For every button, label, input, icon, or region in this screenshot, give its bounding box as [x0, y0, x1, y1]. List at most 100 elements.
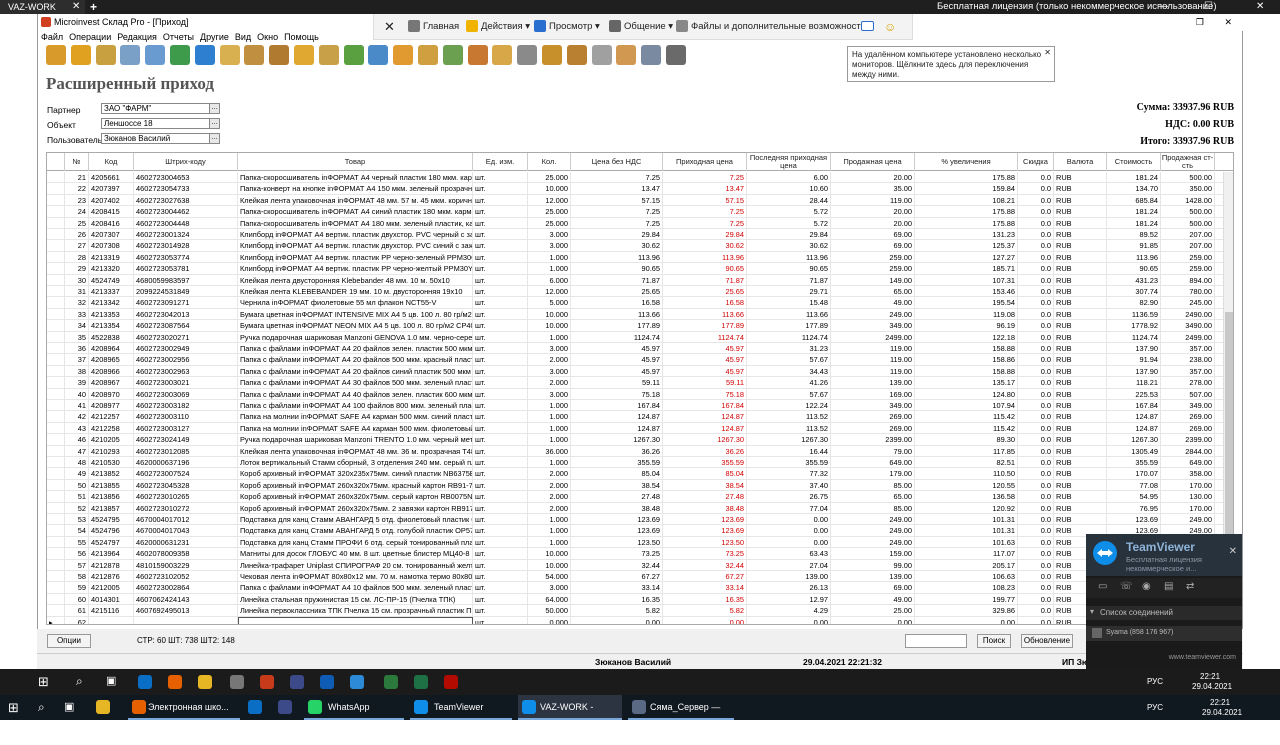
cell-sale-price[interactable]: 249.00 — [831, 308, 915, 321]
cell-qty[interactable]: 2.000 — [528, 354, 571, 366]
row-gutter[interactable] — [47, 479, 65, 492]
excel-icon[interactable] — [414, 675, 428, 689]
cell-increase-percent[interactable]: 120.92 — [915, 502, 1018, 514]
cell-discount[interactable]: 0.0 — [1018, 297, 1054, 309]
cell-code[interactable]: 4524796 — [89, 525, 134, 537]
cell-no[interactable]: 41 — [65, 400, 89, 412]
cell-barcode[interactable]: 4620000637196 — [134, 457, 238, 469]
cell-qty[interactable]: 3.000 — [528, 365, 571, 378]
cell-discount[interactable]: 0.0 — [1018, 616, 1054, 624]
table-row[interactable]: 39 4208967 4602723003021 Папка с файлами in… — [47, 377, 1233, 389]
cell-barcode[interactable]: 4602723012085 — [134, 445, 238, 457]
cell-price-novat[interactable]: 5.82 — [571, 605, 663, 617]
cell-product[interactable]: Короб архивный inФОРМАТ 260х320х75мм. 2 … — [238, 502, 473, 514]
cell-increase-percent[interactable]: 158.88 — [915, 365, 1018, 378]
object-browse-button[interactable]: … — [209, 118, 220, 129]
cell-last-purchase-price[interactable]: 0.00 — [747, 616, 831, 624]
cell-purchase-price[interactable]: 59.11 — [663, 377, 747, 389]
cell-no[interactable]: 53 — [65, 514, 89, 526]
cell-qty[interactable]: 3.000 — [528, 582, 571, 594]
cell-discount[interactable]: 0.0 — [1018, 502, 1054, 514]
cell-no[interactable]: 40 — [65, 388, 89, 400]
cell-qty[interactable]: 2.000 — [528, 502, 571, 514]
cell-increase-percent[interactable]: 107.31 — [915, 274, 1018, 286]
cell-discount[interactable]: 0.0 — [1018, 377, 1054, 389]
cell-increase-percent[interactable]: 106.63 — [915, 571, 1018, 583]
cell-last-purchase-price[interactable]: 355.59 — [747, 457, 831, 469]
table-row[interactable]: 21 4205661 4602723004653 Папка-скоросшивате… — [47, 172, 1233, 184]
local-edge-icon[interactable] — [248, 700, 262, 714]
cell-unit[interactable]: шт. — [473, 514, 528, 526]
row-gutter[interactable] — [47, 206, 65, 218]
cell-price-novat[interactable]: 59.11 — [571, 377, 663, 389]
cell-purchase-price[interactable]: 25.65 — [663, 286, 747, 298]
cell-last-purchase-price[interactable]: 113.52 — [747, 422, 831, 435]
cell-qty[interactable]: 10.000 — [528, 548, 571, 560]
cell-increase-percent[interactable]: 185.71 — [915, 263, 1018, 275]
cell-barcode[interactable]: 4680059983597 — [134, 274, 238, 286]
cell-sale-cost[interactable]: 350.00 — [1161, 183, 1215, 195]
cell-product[interactable]: Клипборд inФОРМАТ А4 вертик. пластик дву… — [238, 229, 473, 241]
remote-lang[interactable]: РУС — [1147, 669, 1163, 694]
cell-code[interactable]: 4213354 — [89, 320, 134, 332]
row-gutter[interactable] — [47, 434, 65, 446]
cell-unit[interactable]: шт. — [473, 183, 528, 195]
cell-discount[interactable]: 0.0 — [1018, 536, 1054, 549]
cell-unit[interactable]: шт. — [473, 206, 528, 218]
cell-unit[interactable]: шт. — [473, 354, 528, 366]
cell-qty[interactable]: 0.000 — [528, 616, 571, 624]
row-gutter[interactable] — [47, 217, 65, 229]
edge-icon[interactable] — [138, 675, 152, 689]
cell-no[interactable]: 23 — [65, 194, 89, 207]
cell-last-purchase-price[interactable]: 31.23 — [747, 343, 831, 355]
cell-price-novat[interactable]: 73.25 — [571, 548, 663, 560]
cell-qty[interactable]: 36.000 — [528, 445, 571, 457]
cell-discount[interactable]: 0.0 — [1018, 354, 1054, 366]
header-purchase-price[interactable]: Приходная цена — [663, 153, 747, 171]
table-row[interactable]: ▸62шт.0.0000.000.000.000.000.000.0RUB0.0… — [47, 616, 1233, 624]
cell-barcode[interactable]: 4602723003127 — [134, 422, 238, 435]
cell-cost[interactable]: 167.84 — [1107, 400, 1161, 412]
cell-last-purchase-price[interactable]: 37.40 — [747, 479, 831, 492]
cell-unit[interactable]: шт. — [473, 343, 528, 355]
cell-sale-cost[interactable]: 238.00 — [1161, 354, 1215, 366]
cell-cost[interactable]: 123.69 — [1107, 514, 1161, 526]
cell-product[interactable]: Клейкая лента упаковочная inФОРМАТ 48 мм… — [238, 194, 473, 207]
table-row[interactable]: 37 4208965 4602723002956 Папка с файлами in… — [47, 354, 1233, 366]
row-gutter[interactable] — [47, 354, 65, 366]
table-row[interactable]: 33 4213353 4602723042013 Бумага цветная inФ… — [47, 308, 1233, 321]
row-gutter[interactable] — [47, 274, 65, 286]
row-gutter[interactable] — [47, 571, 65, 583]
cell-price-novat[interactable]: 45.97 — [571, 354, 663, 366]
cell-product[interactable]: Подставка для канц Стамм ПРОФИ 6 отд. се… — [238, 536, 473, 549]
chat-panel-icon[interactable]: ▭ — [1098, 581, 1107, 592]
cell-purchase-price[interactable]: 67.27 — [663, 571, 747, 583]
table-row[interactable]: 48 4210530 4620000637196 Лоток вертикальный… — [47, 457, 1233, 469]
cell-currency[interactable]: RUB — [1054, 274, 1107, 286]
cell-no[interactable]: 38 — [65, 365, 89, 378]
cell-barcode[interactable]: 4602723042013 — [134, 308, 238, 321]
cell-last-purchase-price[interactable]: 0.00 — [747, 536, 831, 549]
new-tab-icon[interactable]: + — [90, 0, 97, 14]
cell-increase-percent[interactable]: 101.63 — [915, 536, 1018, 549]
cell-last-purchase-price[interactable]: 29.84 — [747, 229, 831, 241]
cell-sale-price[interactable]: 2499.00 — [831, 331, 915, 343]
cell-unit[interactable]: шт. — [473, 582, 528, 594]
cell-barcode[interactable]: 4607062424143 — [134, 593, 238, 606]
cell-qty[interactable]: 10.000 — [528, 308, 571, 321]
cell-price-novat[interactable]: 177.89 — [571, 320, 663, 332]
cell-no[interactable]: 62 — [65, 616, 89, 624]
cell-price-novat[interactable]: 124.87 — [571, 411, 663, 423]
cell-increase-percent[interactable]: 175.88 — [915, 217, 1018, 229]
cell-increase-percent[interactable]: 131.23 — [915, 229, 1018, 241]
cell-product[interactable]: Папка с файлами inФОРМАТ А4 40 файлов зе… — [238, 388, 473, 400]
cell-currency[interactable]: RUB — [1054, 172, 1107, 184]
cell-qty[interactable]: 2.000 — [528, 479, 571, 492]
cell-barcode[interactable]: 4602723003069 — [134, 388, 238, 400]
cell-product[interactable]: Клипборд inФОРМАТ А4 вертик. пластик PP … — [238, 263, 473, 275]
cell-price-novat[interactable]: 25.65 — [571, 286, 663, 298]
table-row[interactable]: 31 4213337 2099224531849 Клейкая лента KLEB… — [47, 286, 1233, 298]
cell-last-purchase-price[interactable]: 5.72 — [747, 206, 831, 218]
cell-currency[interactable]: RUB — [1054, 320, 1107, 332]
cell-currency[interactable]: RUB — [1054, 434, 1107, 446]
